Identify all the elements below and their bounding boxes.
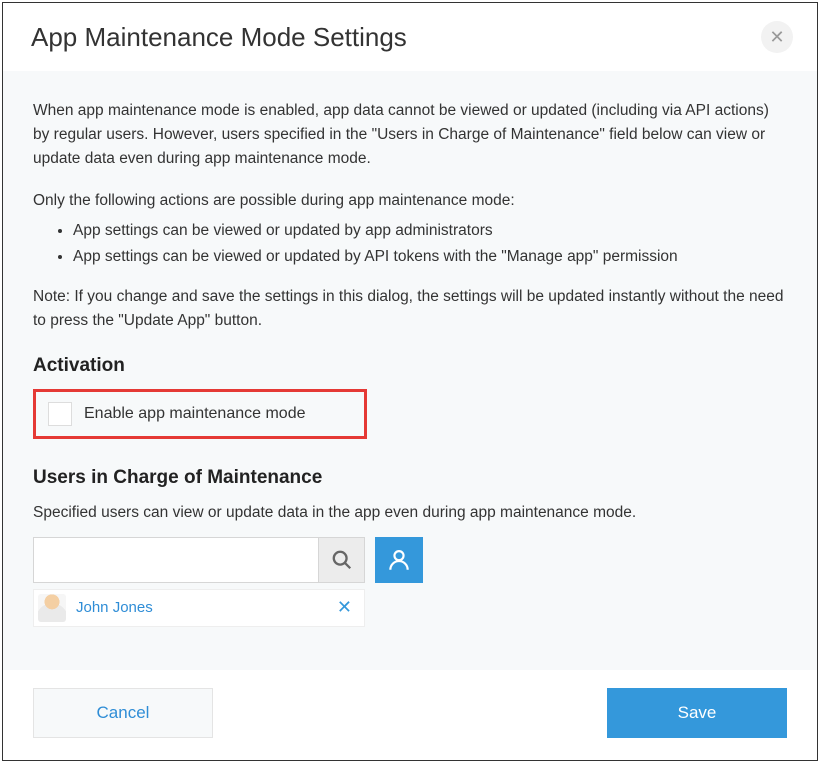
- search-icon: [331, 549, 353, 571]
- cancel-button[interactable]: Cancel: [33, 688, 213, 738]
- close-icon: ✕: [769, 27, 784, 48]
- selected-user-chip: John Jones ✕: [33, 589, 365, 627]
- selected-user-name: John Jones: [76, 596, 323, 619]
- person-icon: [386, 547, 412, 573]
- enable-maintenance-checkbox[interactable]: [48, 402, 72, 426]
- close-button[interactable]: ✕: [761, 21, 793, 53]
- user-search-button[interactable]: [318, 538, 364, 582]
- dialog-title: App Maintenance Mode Settings: [31, 22, 407, 53]
- allowed-actions-list: App settings can be viewed or updated by…: [73, 219, 787, 269]
- cancel-button-label: Cancel: [97, 703, 150, 723]
- users-heading: Users in Charge of Maintenance: [33, 463, 787, 492]
- users-description: Specified users can view or update data …: [33, 501, 787, 525]
- user-search-wrap: [33, 537, 365, 583]
- activation-highlight: Enable app maintenance mode: [33, 389, 367, 440]
- avatar: [38, 594, 66, 622]
- user-search-input[interactable]: [34, 538, 318, 582]
- activation-heading: Activation: [33, 351, 787, 380]
- intro-text: When app maintenance mode is enabled, ap…: [33, 99, 787, 171]
- maintenance-settings-dialog: App Maintenance Mode Settings ✕ When app…: [2, 2, 818, 761]
- close-icon: ✕: [337, 597, 352, 617]
- dialog-body: When app maintenance mode is enabled, ap…: [3, 71, 817, 670]
- enable-maintenance-row: Enable app maintenance mode: [48, 402, 352, 427]
- save-button-label: Save: [678, 703, 717, 723]
- note-text: Note: If you change and save the setting…: [33, 285, 787, 333]
- dialog-footer: Cancel Save: [3, 670, 817, 760]
- user-search-row: [33, 537, 787, 583]
- dialog-header: App Maintenance Mode Settings ✕: [3, 3, 817, 71]
- list-item: App settings can be viewed or updated by…: [73, 219, 787, 243]
- save-button[interactable]: Save: [607, 688, 787, 738]
- remove-user-button[interactable]: ✕: [333, 594, 356, 622]
- enable-maintenance-label: Enable app maintenance mode: [84, 402, 306, 427]
- allowed-actions-intro: Only the following actions are possible …: [33, 189, 787, 213]
- people-picker-button[interactable]: [375, 537, 423, 583]
- list-item: App settings can be viewed or updated by…: [73, 245, 787, 269]
